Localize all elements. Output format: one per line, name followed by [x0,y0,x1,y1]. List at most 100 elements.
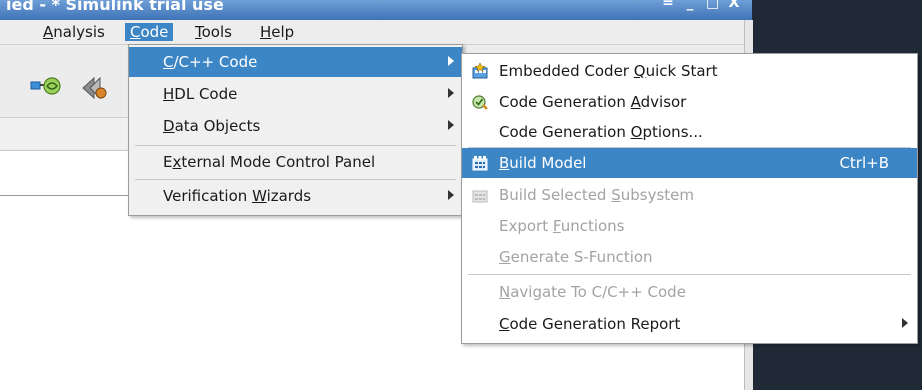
window-title: ied - * Simulink trial use [6,0,224,14]
menu-separator [135,145,456,146]
menu-item-navigate-to-code[interactable]: Navigate To C/C++ Code [462,277,917,307]
menu-mnemonic: C [130,23,141,41]
build-icon [472,156,488,171]
menu-item-embedded-coder-quick-start[interactable]: Embedded Coder Quick Start [462,56,917,86]
menu-code[interactable]: Code [125,23,174,41]
menu-mnemonic: H [260,23,272,41]
label-text: ode Generation Report [509,315,681,333]
menu-item-build-model[interactable]: Build Model Ctrl+B [462,148,917,178]
menu-item-label: C/C++ Code [163,53,257,71]
menu-item-external-mode[interactable]: External Mode Control Panel [129,147,462,177]
label-text: unctions [560,217,625,235]
title-bar: ied - * Simulink trial use ≚ _ □ X [0,0,752,20]
shortcut-build-model: Ctrl+B [839,154,889,172]
menu-label: elp [271,23,295,41]
menu-help[interactable]: Help [255,23,299,41]
window-controls: ≚ _ □ X [662,0,740,10]
label-text: izards [266,187,312,205]
menu-item-code-generation-options[interactable]: Code Generation Options... [462,117,917,147]
label-mnemonic: B [499,154,510,172]
menu-item-label: External Mode Control Panel [163,153,375,171]
minimize-icon[interactable]: _ [684,0,696,10]
label-mnemonic: D [163,117,175,135]
menu-item-code-generation-advisor[interactable]: Code Generation Advisor [462,87,917,117]
label-text: Export [499,217,553,235]
label-text: /C++ Code [173,53,258,71]
menu-bar: Analysis Code Tools Help [0,20,744,45]
menu-label: ode [140,23,169,41]
label-text: Verification [163,187,253,205]
cpp-code-submenu: Embedded Coder Quick Start Code Generati… [461,53,918,344]
menu-mnemonic: T [195,23,202,41]
menu-item-label: Data Objects [163,117,260,135]
label-mnemonic: C [163,53,174,71]
menu-item-label: Embedded Coder Quick Start [499,62,718,80]
advisor-icon [472,95,488,110]
update-diagram-icon[interactable] [30,75,64,97]
menu-item-label: Verification Wizards [163,187,311,205]
menu-item-label: Build Model [499,154,586,172]
menu-item-label: Build Selected Subsystem [499,186,694,204]
code-menu: C/C++ Code HDL Code Data Objects Externa… [128,44,463,216]
menu-item-label: Navigate To C/C++ Code [499,283,686,301]
menu-item-code-generation-report[interactable]: Code Generation Report [462,309,917,339]
menu-separator [468,274,911,275]
label-text: Code Generation [499,93,631,111]
build-subsystem-icon [472,190,488,203]
label-text: Code Generation [499,123,631,141]
label-text: uild Model [509,154,587,172]
label-mnemonic: H [163,85,175,103]
menu-item-label: HDL Code [163,85,237,103]
submenu-arrow-icon [448,56,454,66]
menu-mnemonic: A [43,23,54,41]
canvas-divider [0,195,130,196]
label-mnemonic: O [630,123,643,141]
submenu-arrow-icon [448,120,454,130]
label-text: Build Selected [499,186,612,204]
submenu-arrow-icon [902,318,908,328]
maximize-icon[interactable]: □ [706,0,719,10]
menu-item-label: Code Generation Report [499,315,680,333]
menu-item-build-selected-subsystem[interactable]: Build Selected Subsystem [462,180,917,210]
label-mnemonic: G [499,248,511,266]
label-text: ternal Mode Control Panel [181,153,376,171]
label-text: uick Start [645,62,718,80]
label-mnemonic: S [611,186,621,204]
label-mnemonic: N [499,283,511,301]
label-mnemonic: W [252,187,267,205]
menu-item-label: Code Generation Advisor [499,93,686,111]
menu-item-cpp-code[interactable]: C/C++ Code [129,47,462,77]
submenu-arrow-icon [448,88,454,98]
menu-label: ools [201,23,232,41]
close-icon[interactable]: X [728,0,740,10]
menu-item-label: Code Generation Options... [499,123,703,141]
menu-label: nalysis [53,23,105,41]
menu-item-data-objects[interactable]: Data Objects [129,111,462,141]
menu-item-label: Export Functions [499,217,625,235]
label-text: ptions... [642,123,703,141]
menu-item-export-functions[interactable]: Export Functions [462,211,917,241]
label-text: Embedded Coder [499,62,634,80]
menu-analysis[interactable]: Analysis [38,23,110,41]
menu-item-label: Generate S-Function [499,248,653,266]
label-text: ubsystem [620,186,695,204]
menu-item-hdl-code[interactable]: HDL Code [129,79,462,109]
label-mnemonic: A [630,93,641,111]
label-mnemonic: C [499,315,510,333]
menu-tools[interactable]: Tools [190,23,237,41]
screen: ied - * Simulink trial use ≚ _ □ X Analy… [0,0,922,390]
label-text: ata Objects [174,117,261,135]
submenu-arrow-icon [448,190,454,200]
menu-item-generate-s-function[interactable]: Generate S-Function [462,242,917,272]
window-menu-icon[interactable]: ≚ [662,0,674,10]
step-back-icon[interactable] [80,75,108,101]
label-mnemonic: Q [633,62,646,80]
quick-start-icon [472,62,488,79]
label-text: avigate To C/C++ Code [510,283,686,301]
menu-separator [135,179,456,180]
label-text: enerate S-Function [510,248,653,266]
label-text: DL Code [174,85,238,103]
label-mnemonic: F [552,217,561,235]
menu-item-verification-wizards[interactable]: Verification Wizards [129,181,462,211]
label-text: dvisor [640,93,687,111]
